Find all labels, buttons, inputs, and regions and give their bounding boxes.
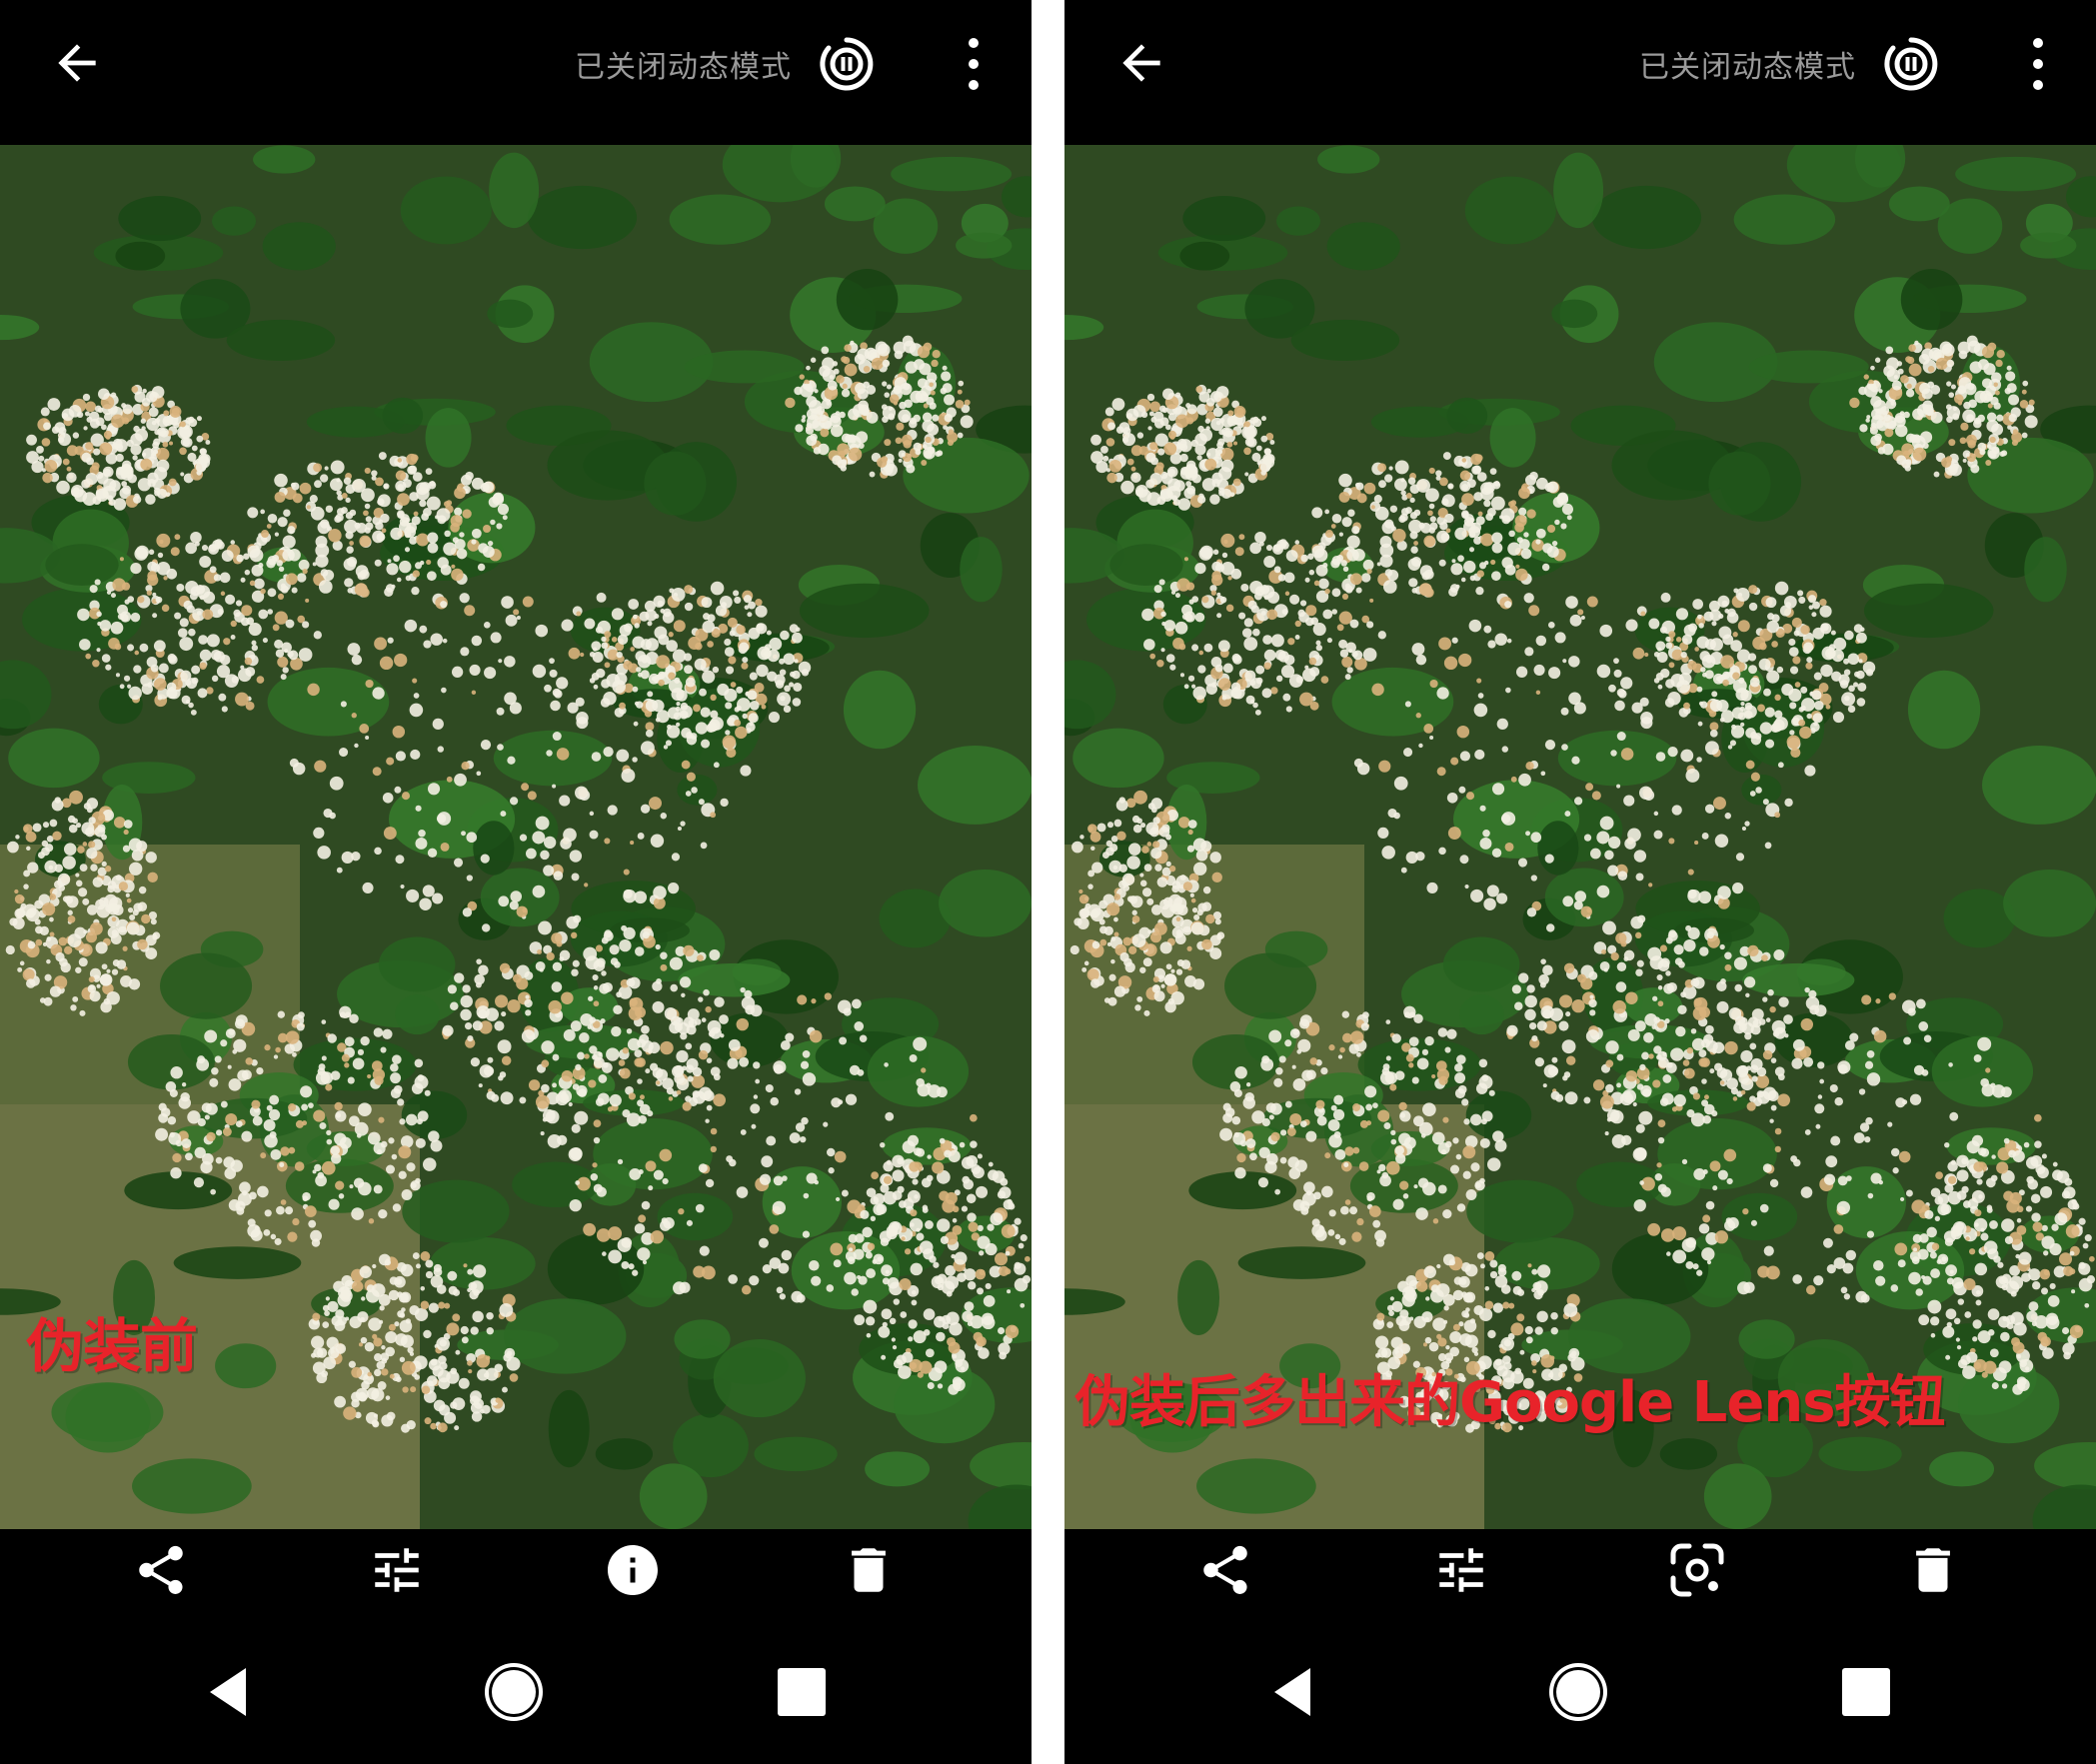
- bottom-action-bar: [0, 1529, 1032, 1614]
- home-circle-icon: [485, 1663, 543, 1721]
- delete-icon: [1916, 1548, 1950, 1592]
- nav-back-button[interactable]: [1252, 1652, 1332, 1732]
- delete-icon: [852, 1548, 886, 1592]
- info-icon: [608, 1545, 658, 1595]
- delete-button[interactable]: [838, 1539, 900, 1601]
- nav-recents-button[interactable]: [762, 1652, 842, 1732]
- more-vertical-icon: [2033, 38, 2043, 48]
- arrow-left-icon: [1122, 44, 1160, 82]
- annotation-after-label: 伪装后多出来的Google Lens按钮: [1074, 1370, 1946, 1435]
- edit-button[interactable]: [1430, 1539, 1492, 1601]
- google-lens-icon: [1670, 1543, 1724, 1597]
- nav-recents-button[interactable]: [1826, 1652, 1906, 1732]
- more-vertical-icon: [969, 38, 979, 48]
- delete-button[interactable]: [1902, 1539, 1964, 1601]
- arrow-left-icon: [58, 44, 96, 82]
- photo-image: [1064, 145, 2096, 1529]
- back-triangle-icon: [210, 1668, 246, 1716]
- photo-viewer-before: 已关闭动态模式 伪装前: [0, 0, 1032, 1764]
- more-options-button[interactable]: [962, 34, 986, 94]
- share-button[interactable]: [1194, 1539, 1256, 1601]
- share-button[interactable]: [130, 1539, 192, 1601]
- motion-status-text: 已关闭动态模式: [575, 50, 792, 85]
- system-nav-bar: [0, 1614, 1032, 1764]
- share-icon: [1203, 1545, 1247, 1594]
- recents-square-icon: [778, 1668, 826, 1716]
- back-button[interactable]: [42, 28, 112, 98]
- nav-home-button[interactable]: [1538, 1652, 1618, 1732]
- back-button[interactable]: [1106, 28, 1176, 98]
- recents-square-icon: [1842, 1668, 1890, 1716]
- back-triangle-icon: [1274, 1668, 1310, 1716]
- motion-toggle-button[interactable]: [1881, 34, 1941, 94]
- more-options-button[interactable]: [2026, 34, 2050, 94]
- annotation-before-label: 伪装前: [26, 1312, 198, 1380]
- top-app-bar: 已关闭动态模式: [0, 0, 1032, 145]
- share-icon: [139, 1545, 183, 1594]
- top-app-bar: 已关闭动态模式: [1064, 0, 2096, 145]
- edit-adjust-icon: [1439, 1548, 1483, 1592]
- bottom-action-bar: [1064, 1529, 2096, 1614]
- edit-button[interactable]: [366, 1539, 428, 1601]
- motion-off-icon: [820, 37, 874, 91]
- photo-viewer-after: 已关闭动态模式 伪装后多出来的Google Lens按钮: [1064, 0, 2096, 1764]
- nav-back-button[interactable]: [188, 1652, 268, 1732]
- system-nav-bar: [1064, 1614, 2096, 1764]
- motion-off-icon: [1884, 37, 1938, 91]
- home-circle-icon: [1549, 1663, 1607, 1721]
- motion-toggle-button[interactable]: [817, 34, 877, 94]
- google-lens-button[interactable]: [1666, 1539, 1728, 1601]
- nav-home-button[interactable]: [474, 1652, 554, 1732]
- motion-status-text: 已关闭动态模式: [1639, 50, 1856, 85]
- info-button[interactable]: [602, 1539, 664, 1601]
- edit-adjust-icon: [375, 1548, 419, 1592]
